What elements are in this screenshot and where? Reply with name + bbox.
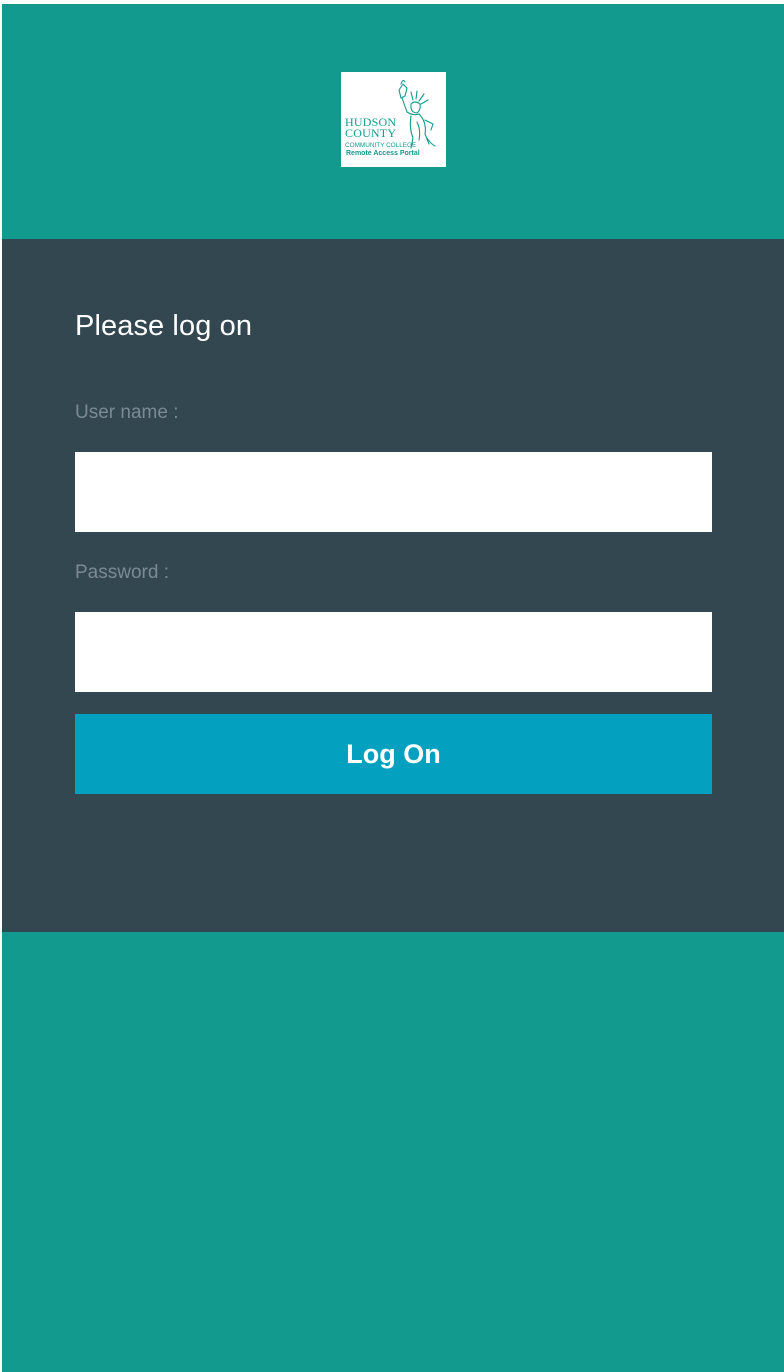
password-input[interactable] xyxy=(75,612,712,692)
page-title: Please log on xyxy=(75,310,253,342)
password-label: Password : xyxy=(75,562,169,583)
username-input[interactable] xyxy=(75,452,712,532)
header: HUDSON COUNTY COMMUNITY COLLEGE Remote A… xyxy=(2,4,784,239)
logo-text-county: COUNTY xyxy=(345,126,397,140)
login-panel: Please log on User name : Password : Log… xyxy=(2,239,784,932)
page-background: HUDSON COUNTY COMMUNITY COLLEGE Remote A… xyxy=(2,4,784,1372)
logo-text-portal: Remote Access Portal xyxy=(346,150,420,157)
log-on-button[interactable]: Log On xyxy=(75,714,712,794)
logo-text-community-college: COMMUNITY COLLEGE xyxy=(345,142,417,149)
username-label: User name : xyxy=(75,402,179,423)
college-logo: HUDSON COUNTY COMMUNITY COLLEGE Remote A… xyxy=(341,72,446,167)
